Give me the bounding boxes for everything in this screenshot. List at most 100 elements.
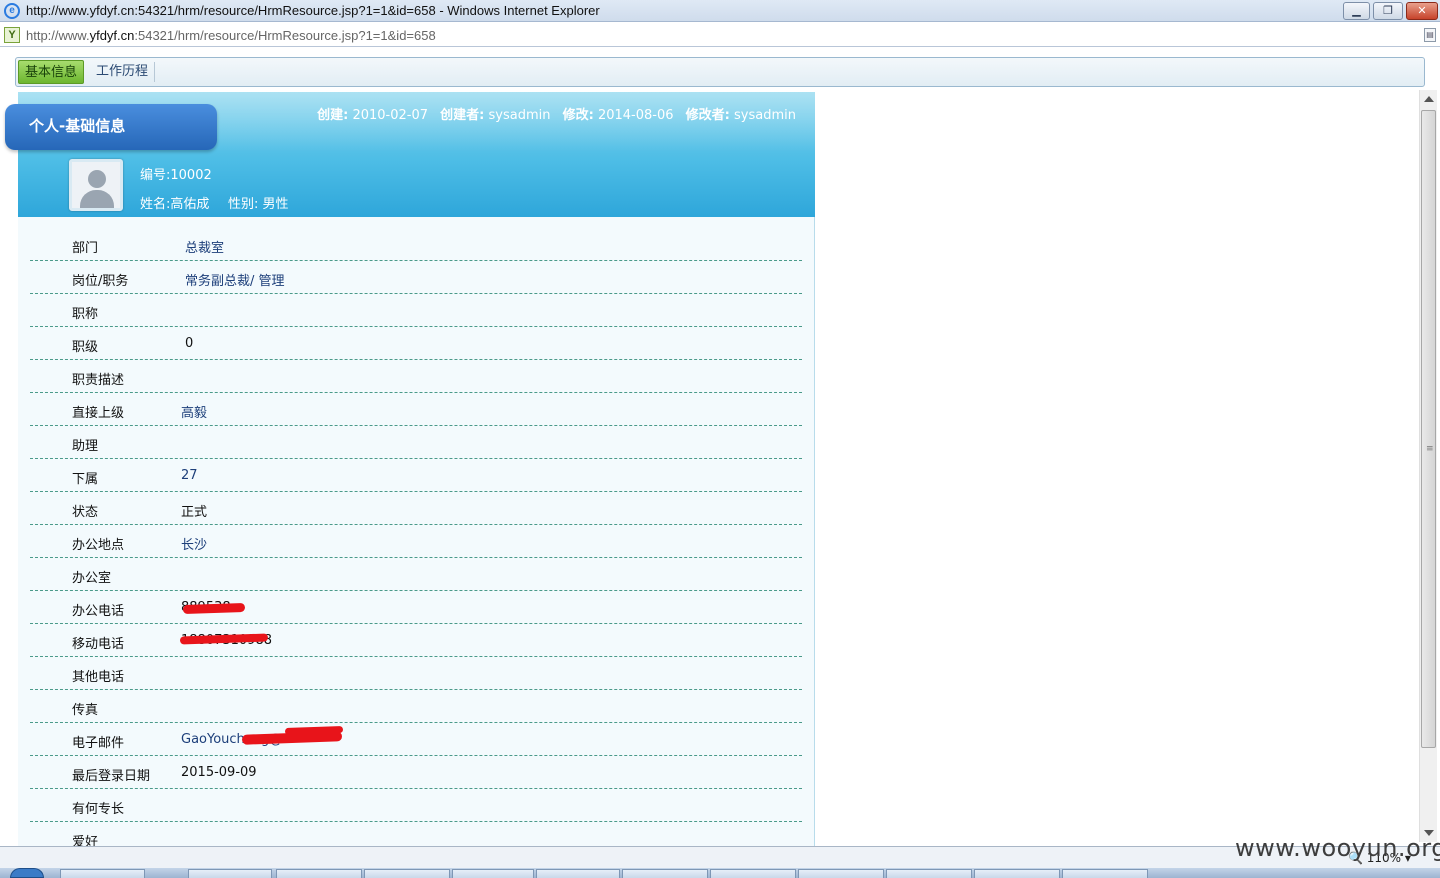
tab-work-history[interactable]: 工作历程 — [90, 60, 154, 84]
department-link[interactable]: 总裁室 — [185, 237, 224, 256]
scroll-up-arrow-icon[interactable] — [1424, 96, 1434, 102]
url-prefix: http://www. — [26, 28, 90, 43]
section-header: 个人-基础信息 — [5, 104, 217, 150]
field-label: 移动电话 — [72, 637, 125, 652]
field-value: 0 — [185, 336, 194, 351]
field-row-office-phone: 办公电话 889538 — [30, 591, 802, 624]
employee-name: 姓名:高佑成 — [140, 197, 210, 212]
taskbar-button[interactable] — [622, 869, 708, 878]
field-label: 最后登录日期 — [72, 769, 151, 784]
window-title-bar: e http://www.yfdyf.cn:54321/hrm/resource… — [0, 0, 1440, 22]
field-label: 电子邮件 — [72, 736, 125, 751]
record-meta: 创建: 2010-02-07 创建者: sysadmin 修改: 2014-08… — [317, 104, 796, 123]
watermark: www.wooyun.org — [1235, 834, 1440, 862]
field-row-expertise: 有何专长 — [30, 789, 802, 822]
field-row-location: 办公地点 长沙 — [30, 525, 802, 558]
field-row-department: 部门 总裁室 — [30, 228, 802, 261]
position-link[interactable]: 常务副总裁/ 管理 — [185, 270, 285, 289]
field-label: 职责描述 — [72, 373, 125, 388]
avatar-body-shape — [80, 190, 114, 208]
redaction-scribble — [182, 602, 246, 615]
site-favicon-icon: Y — [4, 27, 20, 43]
field-row-title: 职称 — [30, 294, 802, 327]
taskbar-button[interactable] — [974, 869, 1060, 878]
field-row-last-login: 最后登录日期 2015-09-09 — [30, 756, 802, 789]
window-title: http://www.yfdyf.cn:54321/hrm/resource/H… — [26, 3, 600, 18]
tab-basic-info[interactable]: 基本信息 — [18, 60, 85, 84]
taskbar-button[interactable] — [364, 869, 450, 878]
taskbar-button[interactable] — [886, 869, 972, 878]
field-row-fax: 传真 — [30, 690, 802, 723]
address-field[interactable]: http://www.yfdyf.cn:54321/hrm/resource/H… — [26, 28, 436, 43]
field-label: 下属 — [72, 472, 99, 487]
address-bar: Y http://www.yfdyf.cn:54321/hrm/resource… — [0, 23, 1440, 47]
manager-link[interactable]: 高毅 — [181, 402, 207, 421]
field-label: 状态 — [72, 505, 99, 520]
minimize-button[interactable]: ▁ — [1343, 2, 1370, 20]
taskbar — [0, 868, 1440, 878]
close-button[interactable]: ✕ — [1406, 2, 1438, 20]
vertical-scrollbar[interactable]: ≡ — [1419, 90, 1437, 842]
taskbar-button[interactable] — [276, 869, 362, 878]
tab-bar: 基本信息 工作历程 — [15, 57, 1425, 87]
field-row-manager: 直接上级 高毅 — [30, 393, 802, 426]
field-label: 岗位/职务 — [72, 274, 129, 289]
section-title: 个人-基础信息 — [29, 117, 126, 135]
avatar-head-shape — [88, 170, 106, 188]
creator-value: sysadmin — [488, 108, 551, 123]
created-value: 2010-02-07 — [352, 108, 429, 123]
field-label: 职称 — [72, 307, 99, 322]
scroll-thumb[interactable]: ≡ — [1421, 110, 1436, 748]
field-row-other-phone: 其他电话 — [30, 657, 802, 690]
field-row-duty: 职责描述 — [30, 360, 802, 393]
field-label: 部门 — [72, 241, 99, 256]
field-label: 助理 — [72, 439, 99, 454]
compatibility-view-icon[interactable]: ▤ — [1424, 28, 1436, 42]
field-label: 传真 — [72, 703, 99, 718]
field-label: 办公地点 — [72, 538, 125, 553]
field-value: 正式 — [181, 505, 208, 520]
field-list: 部门 总裁室 岗位/职务 常务副总裁/ 管理 职称 职级 0 职责描述 直接上级… — [30, 228, 802, 855]
taskbar-button[interactable] — [60, 869, 145, 878]
tab-divider — [154, 62, 155, 82]
field-value: 2015-09-09 — [181, 765, 257, 780]
field-row-subordinates: 下属 27 — [30, 459, 802, 492]
url-host: yfdyf.cn — [89, 28, 135, 43]
employee-number: 编号:10002 — [140, 168, 212, 183]
internet-explorer-icon: e — [4, 3, 20, 19]
profile-panel: 创建: 2010-02-07 创建者: sysadmin 修改: 2014-08… — [5, 92, 815, 855]
creator-label: 创建者: — [440, 108, 485, 123]
taskbar-button[interactable] — [1062, 869, 1148, 878]
taskbar-button[interactable] — [710, 869, 796, 878]
field-label: 直接上级 — [72, 406, 125, 421]
location-link[interactable]: 长沙 — [181, 534, 207, 553]
subordinates-link[interactable]: 27 — [181, 468, 198, 483]
field-row-office: 办公室 — [30, 558, 802, 591]
field-row-grade: 职级 0 — [30, 327, 802, 360]
taskbar-button[interactable] — [188, 869, 272, 878]
taskbar-button[interactable] — [798, 869, 884, 878]
taskbar-button[interactable] — [452, 869, 534, 878]
field-row-position: 岗位/职务 常务副总裁/ 管理 — [30, 261, 802, 294]
field-label: 有何专长 — [72, 802, 125, 817]
field-label: 办公电话 — [72, 604, 125, 619]
field-label: 职级 — [72, 340, 99, 355]
field-row-status: 状态 正式 — [30, 492, 802, 525]
field-row-assistant: 助理 — [30, 426, 802, 459]
status-bar: 🔍 110% ▾ — [0, 846, 1440, 868]
start-button[interactable] — [10, 868, 44, 878]
modified-value: 2014-08-06 — [597, 108, 674, 123]
modifier-value: sysadmin — [734, 108, 796, 123]
taskbar-button[interactable] — [536, 869, 620, 878]
url-path: :54321/hrm/resource/HrmResource.jsp?1=1&… — [134, 28, 436, 43]
modified-label: 修改: — [562, 108, 594, 123]
field-row-email: 电子邮件 GaoYoucheng@ — [30, 723, 802, 756]
field-row-mobile: 移动电话 18807310988 — [30, 624, 802, 657]
field-label: 其他电话 — [72, 670, 125, 685]
field-label: 办公室 — [72, 571, 112, 586]
restore-button[interactable]: ❐ — [1373, 2, 1403, 20]
employee-gender: 性别: 男性 — [228, 197, 289, 212]
scroll-grip-icon: ≡ — [1426, 444, 1434, 454]
avatar — [69, 159, 123, 211]
modifier-label: 修改者: — [685, 108, 730, 123]
